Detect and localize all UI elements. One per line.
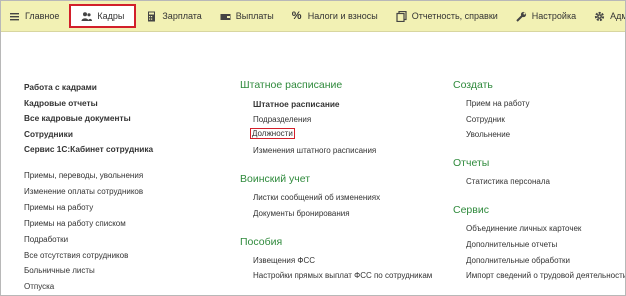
reports-icon [396,10,407,22]
tab-hr[interactable]: Кадры [69,4,137,28]
link-absences[interactable]: Все отсутствия сотрудников [24,251,128,260]
link-merge-cards[interactable]: Объединение личных карточек [466,224,581,233]
gear-icon [595,11,605,21]
link-hr-reports[interactable]: Кадровые отчеты [24,98,98,108]
tab-label: Главное [25,11,60,21]
tab-label: Зарплата [162,11,202,21]
link-extra-reports[interactable]: Дополнительные отчеты [466,240,557,249]
section-panel: Главное Кадры Зарплата Выплаты % Налоги … [1,1,625,32]
tab-label: Отчетность, справки [411,11,498,21]
link-salary-change[interactable]: Изменение оплаты сотрудников [24,187,143,196]
tab-payments[interactable]: Выплаты [214,3,280,29]
link-staffing-changes[interactable]: Изменения штатного расписания [253,146,376,155]
link-employee-cabinet[interactable]: Сервис 1С:Кабинет сотрудника [24,144,153,154]
section-header-service: Сервис [453,204,489,216]
link-hires[interactable]: Приемы на работу [24,203,93,212]
wrench-icon [516,11,526,22]
tab-label: Выплаты [235,11,274,21]
section-header-benefits: Пособия [240,236,283,248]
tab-reporting[interactable]: Отчетность, справки [390,3,504,29]
link-reservation-docs[interactable]: Документы бронирования [253,209,350,218]
link-part-time[interactable]: Подработки [24,235,68,244]
link-sick-leaves[interactable]: Больничные листы [24,266,95,275]
link-hr-work[interactable]: Работа с кадрами [24,82,97,92]
percent-icon: % [291,9,302,22]
link-departments[interactable]: Подразделения [253,115,311,124]
section-header-create: Создать [453,79,493,91]
link-create-hire[interactable]: Прием на работу [466,99,529,108]
link-positions[interactable]: Должности [250,128,295,139]
link-vacations[interactable]: Отпуска [24,282,54,291]
link-import-labor-info[interactable]: Импорт сведений о трудовой деятельности [466,271,625,280]
people-icon [81,11,93,21]
link-employees[interactable]: Сотрудники [24,129,73,139]
menu-icon [10,12,19,20]
link-staff-statistics[interactable]: Статистика персонала [466,177,550,186]
link-create-employee[interactable]: Сотрудник [466,115,505,124]
tab-label: Настройка [531,11,577,21]
tab-label: Налоги и взносы [307,11,378,21]
link-fss-notices[interactable]: Извещения ФСС [253,256,315,265]
link-hires-list[interactable]: Приемы на работу списком [24,219,126,228]
link-change-notices[interactable]: Листки сообщений об изменениях [253,193,380,202]
app-window: Главное Кадры Зарплата Выплаты % Налоги … [0,0,626,296]
tab-salary[interactable]: Зарплата [140,3,207,29]
link-create-dismissal[interactable]: Увольнение [466,130,510,139]
link-hires-transfers[interactable]: Приемы, переводы, увольнения [24,171,143,180]
section-header-staffing: Штатное расписание [240,79,343,91]
tab-taxes[interactable]: % Налоги и взносы [286,3,384,29]
section-header-military: Воинский учет [240,173,311,185]
tab-admin[interactable]: Администрир [588,3,625,29]
link-fss-payment-settings[interactable]: Настройки прямых выплат ФСС по сотрудник… [253,271,432,280]
link-staffing-schedule[interactable]: Штатное расписание [253,99,340,109]
tab-label: Администрир [610,11,625,21]
wallet-icon [220,13,231,20]
link-extra-processing[interactable]: Дополнительные обработки [466,256,570,265]
calculator-icon [148,11,156,21]
section-header-reports: Отчеты [453,157,490,169]
tab-label: Кадры [97,11,125,21]
tab-main[interactable]: Главное [1,3,65,29]
link-all-hr-documents[interactable]: Все кадровые документы [24,113,131,123]
tab-settings[interactable]: Настройка [510,3,582,29]
